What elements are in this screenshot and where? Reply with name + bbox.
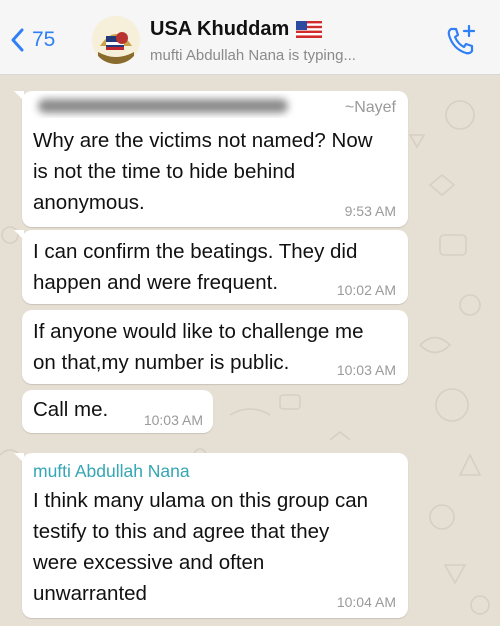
back-button[interactable]: 75 bbox=[10, 28, 55, 52]
typing-status: mufti Abdullah Nana is typing... bbox=[150, 47, 356, 64]
unread-count: 75 bbox=[32, 28, 56, 51]
group-avatar[interactable] bbox=[92, 16, 140, 64]
message-time: 9:53 AM bbox=[344, 203, 396, 219]
group-logo-icon bbox=[92, 16, 140, 64]
message-time: 10:03 AM bbox=[336, 362, 396, 378]
message-time: 10:04 AM bbox=[336, 594, 396, 610]
message-text: If anyone would like to challenge me on … bbox=[33, 320, 364, 374]
chat-area[interactable]: ~Nayef Why are the victims not named? No… bbox=[0, 75, 500, 626]
message-text: I think many ulama on this group can tes… bbox=[33, 489, 369, 605]
chevron-left-icon bbox=[11, 28, 24, 52]
message-text: Call me. bbox=[33, 398, 109, 421]
message-bubble[interactable]: I can confirm the beatings. They did hap… bbox=[14, 230, 408, 304]
add-call-icon[interactable] bbox=[444, 23, 478, 57]
message-bubble[interactable]: ~Nayef Why are the victims not named? No… bbox=[14, 91, 408, 227]
message-bubble[interactable]: mufti Abdullah Nana I think many ulama o… bbox=[14, 453, 408, 618]
chat-title[interactable]: USA Khuddam bbox=[150, 18, 323, 41]
message-time: 10:02 AM bbox=[336, 282, 396, 298]
message-text: I can confirm the beatings. They did hap… bbox=[33, 240, 358, 294]
chat-header: 75 USA Khuddam mufti Abdullah Nana is ty… bbox=[0, 0, 500, 75]
sender-nickname: ~Nayef bbox=[344, 99, 396, 116]
redacted-sender-name bbox=[38, 99, 288, 113]
message-time: 10:03 AM bbox=[143, 412, 203, 428]
sender-name[interactable]: mufti Abdullah Nana bbox=[33, 461, 190, 482]
us-flag-icon bbox=[296, 21, 323, 38]
message-bubble[interactable]: Call me. 10:03 AM bbox=[22, 390, 213, 433]
message-text: Why are the victims not named? Now is no… bbox=[33, 129, 373, 214]
message-bubble[interactable]: If anyone would like to challenge me on … bbox=[22, 310, 408, 384]
chat-title-text: USA Khuddam bbox=[150, 18, 290, 40]
